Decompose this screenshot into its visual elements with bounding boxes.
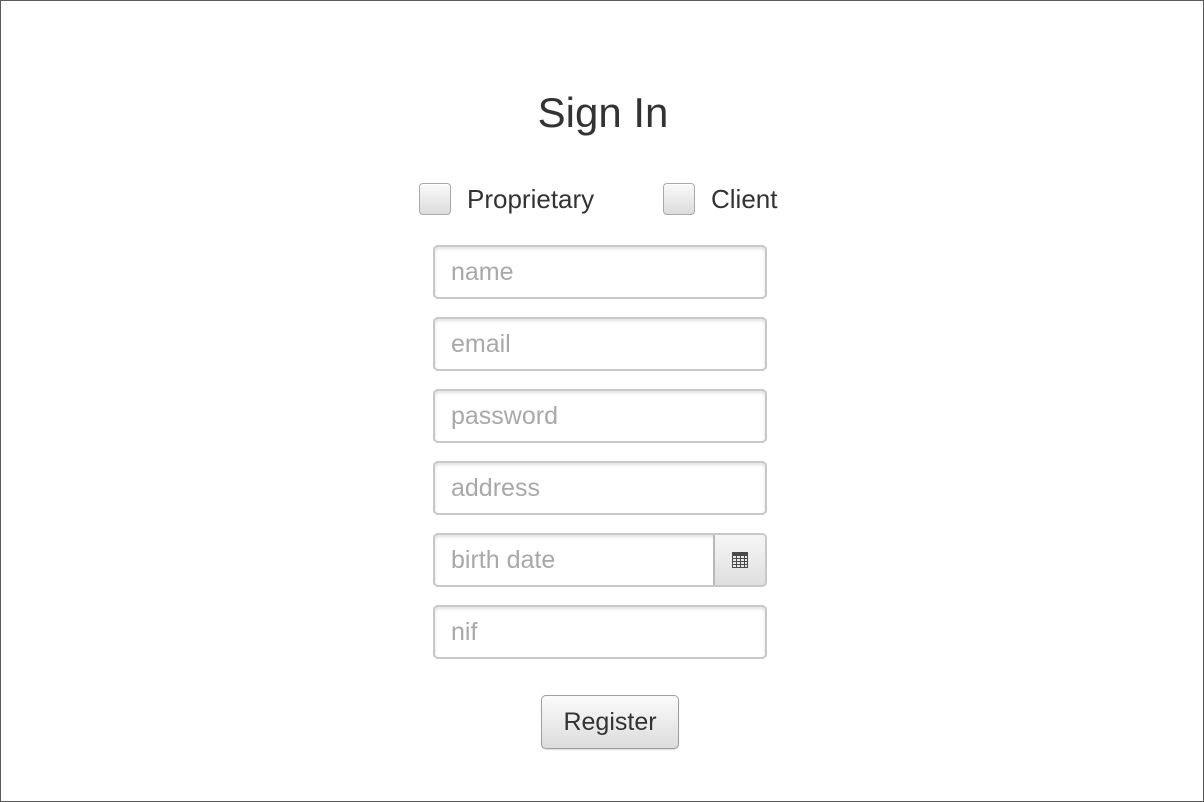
address-field[interactable] (435, 463, 765, 513)
address-field-container (433, 461, 767, 515)
password-field-container (433, 389, 767, 443)
date-picker-button[interactable] (713, 535, 765, 585)
client-checkbox[interactable]: Client (663, 181, 777, 217)
app-window: Sign In Proprietary Client Register (0, 0, 1204, 802)
name-field-container (433, 245, 767, 299)
email-field[interactable] (435, 319, 765, 369)
password-field[interactable] (435, 391, 765, 441)
nif-field[interactable] (435, 607, 765, 657)
birth-date-field[interactable] (435, 535, 715, 585)
email-field-container (433, 317, 767, 371)
calendar-icon (732, 552, 748, 568)
proprietary-checkbox[interactable]: Proprietary (419, 181, 594, 217)
page-title: Sign In (537, 89, 669, 136)
proprietary-checkbox-box[interactable] (419, 183, 451, 215)
nif-field-container (433, 605, 767, 659)
register-button[interactable]: Register (541, 695, 679, 749)
proprietary-checkbox-label[interactable]: Proprietary (467, 184, 594, 215)
client-checkbox-box[interactable] (663, 183, 695, 215)
client-checkbox-label[interactable]: Client (711, 184, 777, 215)
birth-date-picker (433, 533, 767, 587)
name-field[interactable] (435, 247, 765, 297)
